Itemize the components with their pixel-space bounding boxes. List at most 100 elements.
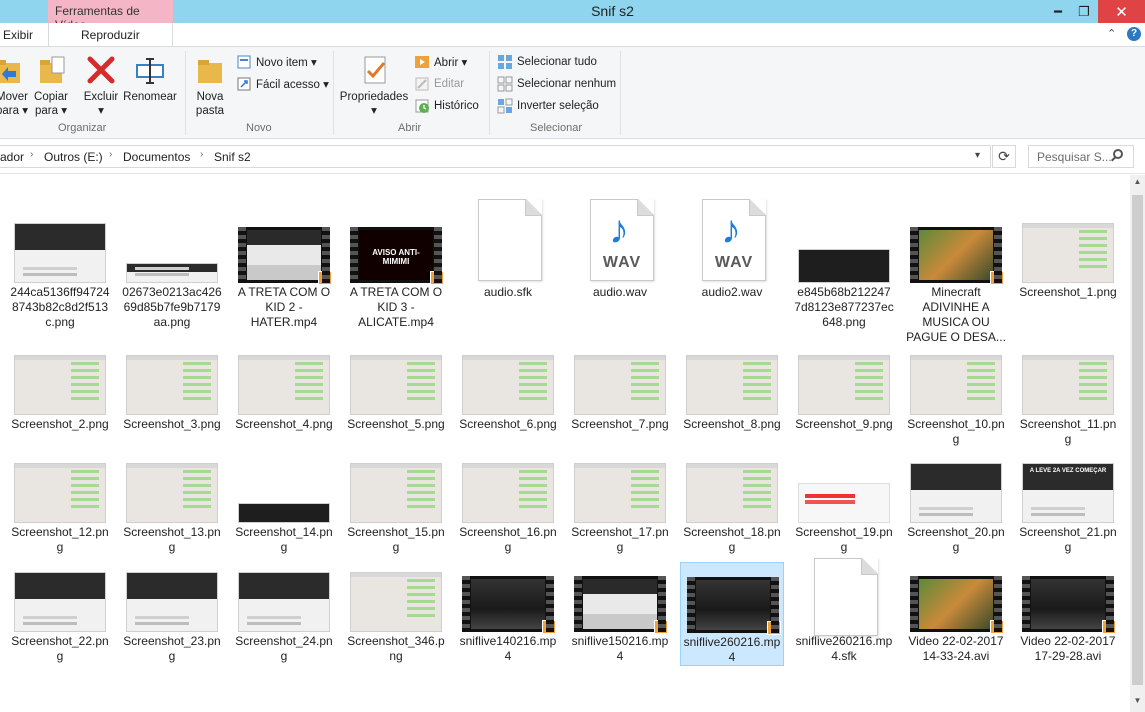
file-item[interactable]: Screenshot_1.png [1016,185,1120,300]
file-name: sniflive260216.mp4.sfk [795,634,893,663]
breadcrumb-outros[interactable]: Outros (E:) [44,150,103,164]
edit-button[interactable]: Editar [414,75,464,93]
breadcrumb-chevron-icon[interactable]: › [109,149,112,160]
file-item[interactable]: Screenshot_5.png [344,345,448,432]
file-item[interactable]: Screenshot_3.png [120,345,224,432]
file-thumbnail [456,185,560,285]
easy-access-button[interactable]: Fácil acesso ▾ [236,75,329,93]
move-to-button[interactable]: Mover para ▾ [0,53,28,118]
refresh-icon[interactable]: ⟳ [992,145,1016,168]
breadcrumb-computer[interactable]: ador [0,150,24,164]
file-name: 244ca5136ff947248743b82c8d2f513c.png [10,285,110,329]
new-folder-button[interactable]: Nova pasta [190,53,230,118]
address-bar[interactable]: ador › Outros (E:) › Documentos › Snif s… [0,145,991,168]
file-name: audio.wav [592,285,648,299]
image-thumbnail [238,572,330,632]
rename-button[interactable]: Renomear [122,53,178,104]
collapse-ribbon-chevron-icon[interactable]: ⌃ [1107,27,1116,40]
file-item[interactable]: Screenshot_16.png [456,453,560,555]
breadcrumb-chevron-icon[interactable]: › [30,149,33,160]
file-thumbnail [904,345,1008,417]
group-label-abrir: Abrir [398,122,422,134]
play-badge-icon [430,271,444,285]
context-tab-ferramentas-de-video[interactable]: Ferramentas de Vídeo [48,0,173,32]
file-item[interactable]: Screenshot_24.png [232,562,336,664]
file-item[interactable]: Screenshot_4.png [232,345,336,432]
title-bar: Snif s2 Ferramentas de Vídeo ━ ❐ ✕ [0,0,1145,32]
file-name: Screenshot_7.png [571,417,669,431]
help-icon[interactable]: ? [1127,27,1141,41]
file-item[interactable]: Screenshot_12.png [8,453,112,555]
history-icon [414,98,430,114]
file-thumbnail [680,345,784,417]
scroll-up-arrow-icon[interactable]: ▲ [1130,177,1145,191]
file-item[interactable]: audio.sfk [456,185,560,300]
file-item[interactable]: Screenshot_18.png [680,453,784,555]
file-item[interactable]: Screenshot_20.png [904,453,1008,555]
history-button[interactable]: Histórico [414,97,479,115]
search-icon[interactable] [1113,149,1123,159]
file-item[interactable]: Screenshot_7.png [568,345,672,432]
address-dropdown-chevron-icon[interactable]: ▾ [975,150,980,161]
vertical-scrollbar[interactable]: ▲ ▼ [1130,175,1145,712]
file-item[interactable]: Screenshot_15.png [344,453,448,555]
file-item[interactable]: AVISO ANTI-MIMIMI A TRETA COM O KID 3 - A… [344,185,448,330]
tab-exibir[interactable]: Exibir [3,28,33,42]
video-thumbnail [1022,576,1116,634]
properties-label: Propriedades ▾ [339,91,409,117]
file-item[interactable]: Video 22-02-2017 17-29-28.avi [1016,562,1120,664]
image-thumbnail [1022,223,1114,283]
breadcrumb-snif-s2[interactable]: Snif s2 [214,150,251,164]
invert-selection-button[interactable]: Inverter seleção [497,97,599,115]
new-item-button[interactable]: Novo item ▾ [236,53,317,71]
close-button[interactable]: ✕ [1098,0,1145,23]
file-item[interactable]: e845b68b2122477d8123e877237ec648.png [792,185,896,330]
file-item[interactable]: Screenshot_22.png [8,562,112,664]
file-item[interactable]: Screenshot_23.png [120,562,224,664]
file-item[interactable]: A TRETA COM O KID 2 - HATER.mp4 [232,185,336,330]
file-item[interactable]: Screenshot_9.png [792,345,896,432]
properties-button[interactable]: Propriedades ▾ [338,53,410,118]
file-name: sniflive150216.mp4 [571,634,669,663]
file-item[interactable]: ♪ WAV audio.wav [568,185,672,300]
file-item[interactable]: 02673e0213ac42669d85b7fe9b7179aa.png [120,185,224,330]
file-item[interactable]: Screenshot_17.png [568,453,672,555]
scrollbar-thumb[interactable] [1132,195,1143,685]
file-item[interactable]: Screenshot_11.png [1016,345,1120,447]
copy-to-button[interactable]: Copiar para ▾ [30,53,72,118]
file-item[interactable]: Screenshot_13.png [120,453,224,555]
tab-reproduzir[interactable]: Reproduzir [81,28,140,42]
file-item[interactable]: sniflive260216.mp4.sfk [792,558,896,664]
breadcrumb-documentos[interactable]: Documentos [123,150,190,164]
maximize-button[interactable]: ❐ [1069,0,1099,23]
file-item[interactable]: Screenshot_346.png [344,562,448,664]
delete-button[interactable]: Excluir ▾ [80,53,122,118]
file-item[interactable]: ♪ WAV audio2.wav [680,185,784,300]
video-thumbnail [910,227,1004,285]
file-item[interactable]: Screenshot_6.png [456,345,560,432]
file-thumbnail [568,345,672,417]
file-item[interactable]: Screenshot_10.png [904,345,1008,447]
open-button[interactable]: Abrir ▾ [414,53,467,71]
file-thumbnail [904,453,1008,525]
file-name: Screenshot_22.png [11,634,109,663]
file-item[interactable]: sniflive150216.mp4 [568,562,672,664]
breadcrumb-chevron-icon[interactable]: › [200,149,203,160]
file-item[interactable]: Video 22-02-2017 14-33-24.avi [904,562,1008,664]
file-item[interactable]: Minecraft ADIVINHE A MUSICA OU PAGUE O D… [904,185,1008,345]
file-thumbnail [344,562,448,634]
file-item[interactable]: Screenshot_19.png [792,453,896,555]
file-item[interactable]: 244ca5136ff947248743b82c8d2f513c.png [8,185,112,330]
select-none-button[interactable]: Selecionar nenhum [497,75,616,93]
file-thumbnail [904,562,1008,634]
file-item[interactable]: sniflive140216.mp4 [456,562,560,664]
file-item[interactable]: sniflive260216.mp4 [680,562,784,666]
scroll-down-arrow-icon[interactable]: ▼ [1130,696,1145,710]
file-item[interactable]: Screenshot_8.png [680,345,784,432]
select-all-button[interactable]: Selecionar tudo [497,53,597,71]
file-item[interactable]: Screenshot_14.png [232,453,336,555]
file-item[interactable]: A LEVE 2A VEZ COMEÇAR Screenshot_21.png [1016,453,1120,555]
file-item[interactable]: Screenshot_2.png [8,345,112,432]
wav-badge: WAV [714,254,754,271]
file-name: Screenshot_18.png [683,525,781,554]
